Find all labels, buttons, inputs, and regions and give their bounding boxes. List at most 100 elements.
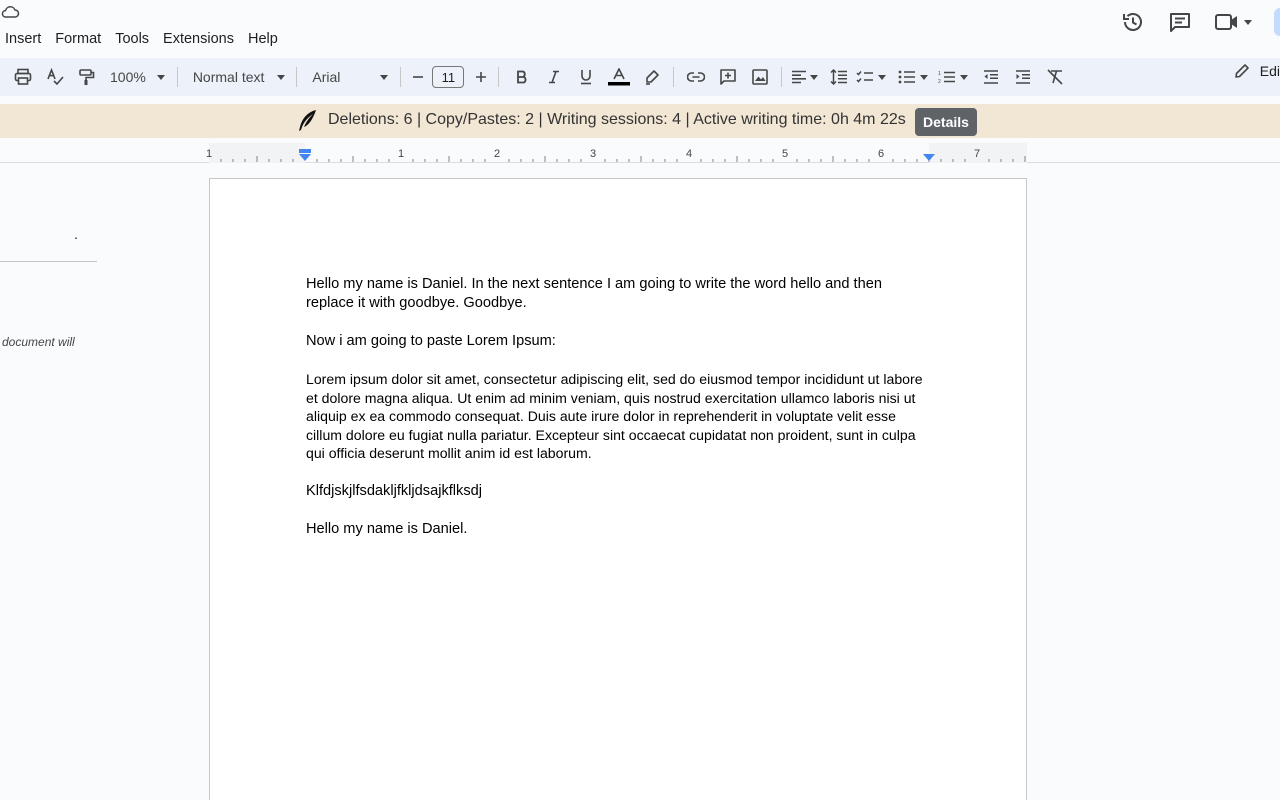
minus-icon — [413, 76, 424, 78]
bold-button[interactable] — [507, 63, 537, 91]
account-avatar[interactable] — [1274, 8, 1280, 36]
align-select[interactable] — [791, 63, 819, 91]
paragraph[interactable]: Klfdjskjlfsdakljfkljdsajkflksdj — [306, 482, 926, 501]
svg-text:2: 2 — [938, 79, 941, 84]
ruler-label: 2 — [494, 148, 500, 160]
numbered-list-select[interactable]: 12 — [938, 63, 969, 91]
insert-image-button[interactable] — [745, 63, 775, 91]
italic-icon — [549, 70, 560, 84]
chevron-down-icon — [878, 74, 887, 80]
editing-mode-button[interactable]: Edi — [1234, 63, 1280, 79]
video-camera-icon — [1215, 14, 1237, 30]
bold-icon — [517, 70, 527, 84]
ruler-label: 4 — [686, 148, 692, 160]
menu-extensions[interactable]: Extensions — [157, 28, 242, 50]
menu-tools[interactable]: Tools — [109, 28, 157, 50]
underline-icon — [581, 70, 592, 85]
chevron-down-icon — [920, 74, 929, 80]
paint-roller-icon — [79, 69, 95, 85]
chevron-down-icon — [380, 74, 389, 80]
chevron-down-icon — [277, 74, 286, 80]
details-button[interactable]: Details — [915, 108, 977, 136]
decrease-font-size-button[interactable] — [408, 63, 428, 91]
plus-icon — [476, 72, 487, 82]
horizontal-ruler: 1 1 2 3 4 5 6 7 — [0, 143, 1280, 163]
highlight-color-button[interactable] — [637, 63, 667, 91]
underline-button[interactable] — [571, 63, 601, 91]
text-color-icon — [608, 68, 631, 86]
comments-icon[interactable] — [1167, 9, 1193, 35]
align-left-icon — [792, 70, 807, 84]
paragraph[interactable]: Lorem ipsum dolor sit amet, consectetur … — [306, 370, 926, 463]
paragraph[interactable]: Hello my name is Daniel. — [306, 520, 926, 539]
writing-stats-text: Deletions: 6 | Copy/Pastes: 2 | Writing … — [328, 111, 906, 128]
ruler-label: 1 — [398, 148, 404, 160]
writing-stats-banner: Deletions: 6 | Copy/Pastes: 2 | Writing … — [0, 104, 1280, 138]
toolbar-divider — [781, 67, 783, 87]
outline-placeholder-text: document will — [2, 335, 75, 349]
paragraph[interactable]: Now i am going to paste Lorem Ipsum: — [306, 332, 926, 351]
outline-dot: . — [74, 226, 78, 242]
outline-divider — [0, 261, 97, 262]
paragraph-style-value: Normal text — [192, 69, 265, 85]
spellcheck-button[interactable] — [40, 63, 70, 91]
document-page[interactable]: Hello my name is Daniel. In the next sen… — [209, 178, 1027, 800]
zoom-select[interactable]: 100% — [110, 63, 165, 91]
numbered-list-icon: 12 — [938, 71, 956, 84]
clear-formatting-button[interactable] — [1040, 63, 1070, 91]
line-spacing-button[interactable] — [824, 63, 854, 91]
paint-format-button[interactable] — [72, 63, 102, 91]
font-family-value: Arial — [312, 69, 341, 85]
toolbar-divider — [673, 67, 675, 87]
decrease-indent-icon — [984, 70, 999, 84]
menu-bar: Insert Format Tools Extensions Help — [0, 28, 286, 50]
menu-insert[interactable]: Insert — [0, 28, 49, 50]
menu-format[interactable]: Format — [49, 28, 109, 50]
print-button[interactable] — [8, 63, 38, 91]
checklist-select[interactable] — [856, 63, 887, 91]
font-size-value: 11 — [432, 66, 465, 88]
svg-text:1: 1 — [938, 71, 941, 77]
cloud-saved-icon[interactable] — [0, 4, 20, 20]
version-history-icon[interactable] — [1120, 9, 1146, 35]
document-body[interactable]: Hello my name is Daniel. In the next sen… — [306, 275, 926, 559]
toolbar-divider — [296, 67, 298, 87]
bulleted-list-icon — [898, 70, 916, 84]
link-icon — [687, 72, 706, 82]
text-color-button[interactable] — [604, 63, 634, 91]
insert-comment-button[interactable] — [713, 63, 743, 91]
font-family-select[interactable]: Arial — [312, 63, 392, 91]
paragraph-style-select[interactable]: Normal text — [193, 63, 286, 91]
add-comment-icon — [720, 69, 737, 85]
chevron-down-icon — [960, 74, 969, 80]
ruler-label: 7 — [974, 148, 980, 160]
font-size-input[interactable]: 11 — [432, 63, 465, 91]
italic-button[interactable] — [539, 63, 569, 91]
paragraph[interactable]: Hello my name is Daniel. In the next sen… — [306, 275, 926, 312]
pencil-icon — [1234, 64, 1249, 78]
chevron-down-icon — [810, 74, 819, 80]
highlighter-icon — [646, 70, 660, 85]
ruler-label: 5 — [782, 148, 788, 160]
editing-mode-label: Edi — [1259, 63, 1280, 79]
toolbar-divider — [400, 67, 402, 87]
quill-icon — [299, 110, 316, 131]
toolbar-divider — [498, 67, 500, 87]
chevron-down-icon — [156, 74, 165, 80]
increase-indent-icon — [1016, 70, 1031, 84]
menu-help[interactable]: Help — [242, 28, 286, 50]
clear-formatting-icon — [1047, 69, 1063, 85]
image-icon — [752, 69, 769, 85]
insert-link-button[interactable] — [681, 63, 711, 91]
ruler-label: 1 — [206, 148, 212, 160]
bulleted-list-select[interactable] — [898, 63, 929, 91]
spellcheck-icon — [47, 68, 64, 86]
checklist-icon — [856, 71, 874, 83]
decrease-indent-button[interactable] — [976, 63, 1006, 91]
print-icon — [14, 68, 32, 85]
ruler-label: 3 — [590, 148, 596, 160]
chevron-down-icon — [1244, 19, 1252, 25]
increase-indent-button[interactable] — [1008, 63, 1038, 91]
increase-font-size-button[interactable] — [468, 63, 494, 91]
meet-button[interactable] — [1214, 11, 1252, 33]
